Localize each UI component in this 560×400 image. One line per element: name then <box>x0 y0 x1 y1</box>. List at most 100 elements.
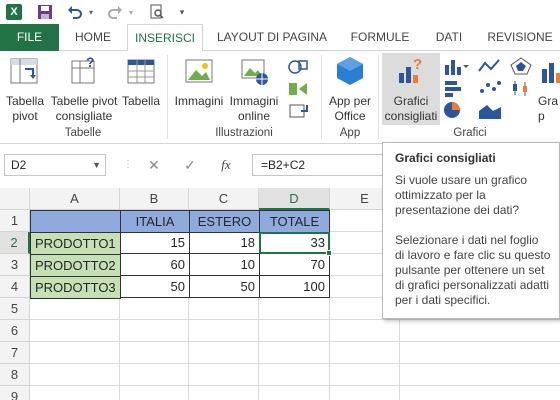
select-all-corner[interactable] <box>0 188 30 210</box>
immagini-button[interactable]: Immagini <box>172 55 226 109</box>
tab-revisione[interactable]: REVISIONE <box>480 24 560 51</box>
svg-text:?: ? <box>413 56 422 73</box>
stock-chart-button[interactable] <box>508 79 534 101</box>
save-icon[interactable] <box>36 3 54 21</box>
pivot-chart-button[interactable]: Gra p <box>538 55 560 124</box>
app-per-office-label: App per Office <box>328 94 372 123</box>
group-label-tabelle: Tabelle <box>64 127 102 139</box>
column-header-c[interactable]: C <box>189 188 259 210</box>
cancel-entry-button[interactable]: ✕ <box>144 154 164 176</box>
app-per-office-button[interactable]: App per Office <box>324 55 376 124</box>
row-header-6[interactable]: 6 <box>0 320 30 342</box>
column-header-d[interactable]: D <box>259 188 330 210</box>
table-icon <box>127 59 155 84</box>
recommended-pivot-icon: ? <box>71 54 95 84</box>
cell-c4[interactable]: 50 <box>189 276 260 298</box>
row-header-2[interactable]: 2 <box>0 232 30 254</box>
redo-icon[interactable] <box>106 3 124 21</box>
row-header-5[interactable]: 5 <box>0 298 30 320</box>
cell-b4[interactable]: 50 <box>120 276 190 298</box>
cell-d2[interactable]: 33 <box>259 232 330 254</box>
cell-b3[interactable]: 60 <box>120 254 190 276</box>
name-box[interactable]: D2 ▼ <box>4 154 106 176</box>
tooltip-paragraph-2: Selezionare i dati nel foglio di lavoro … <box>395 233 551 307</box>
row-header-8[interactable]: 8 <box>0 364 30 386</box>
radar-chart-button[interactable] <box>508 57 534 79</box>
tabelle-pivot-consigliate-button[interactable]: ? Tabelle pivot consigliate <box>48 54 120 124</box>
tabella-button[interactable]: Tabella <box>120 55 162 109</box>
name-box-dropdown-icon[interactable]: ▼ <box>92 155 101 175</box>
cell-d4[interactable]: 100 <box>259 276 330 298</box>
line-chart-button[interactable] <box>476 57 504 79</box>
column-chart-button[interactable] <box>442 57 470 79</box>
cell-b1[interactable]: ITALIA <box>120 210 190 233</box>
cell-a2[interactable]: PRODOTTO1 <box>30 232 121 255</box>
stock-chart-icon <box>513 81 527 96</box>
column-header-b[interactable]: B <box>120 188 189 210</box>
grafici-consigliati-button[interactable]: ? Grafici consigliati <box>382 55 440 124</box>
tab-inserisci[interactable]: INSERISCI <box>127 24 203 52</box>
group-label-app: App <box>339 127 361 139</box>
tab-home[interactable]: HOME <box>64 24 122 51</box>
customize-qat-icon[interactable]: ▾ <box>176 3 188 21</box>
smartart-icon <box>289 83 307 95</box>
immagini-online-label: Immagini online <box>229 94 279 123</box>
undo-icon[interactable] <box>66 3 84 21</box>
row-header-1[interactable]: 1 <box>0 210 30 232</box>
excel-logo-letter: X <box>6 4 22 20</box>
row-header-3[interactable]: 3 <box>0 254 30 276</box>
grafici-consigliati-tooltip: Grafici consigliati Si vuole usare un gr… <box>382 142 560 319</box>
area-chart-button[interactable] <box>476 101 504 123</box>
group-label-illustrazioni: Illustrazioni <box>215 127 273 139</box>
pivot-table-icon <box>10 58 38 84</box>
ribbon-separator <box>378 55 379 139</box>
cell-a1[interactable] <box>30 210 121 233</box>
column-chart-icon <box>445 60 469 75</box>
scatter-chart-button[interactable] <box>476 79 504 101</box>
tabella-pivot-button[interactable]: Tabella pivot <box>2 55 48 124</box>
print-preview-icon[interactable] <box>148 3 166 21</box>
screenshot-icon <box>289 104 308 118</box>
pictures-icon <box>185 59 213 83</box>
formula-bar-drag-handle-icon[interactable]: ⋮ <box>118 154 138 176</box>
tabelle-pivot-consigliate-label: Tabelle pivot consigliate <box>50 94 118 123</box>
cell-a4[interactable]: PRODOTTO3 <box>30 276 121 299</box>
pie-chart-button[interactable] <box>442 101 470 123</box>
tab-layout-di-pagina[interactable]: LAYOUT DI PAGINA <box>208 24 336 51</box>
fill-handle[interactable] <box>326 250 332 256</box>
immagini-online-button[interactable]: Immagini online <box>226 55 282 124</box>
recommended-charts-icon: ? <box>399 56 422 83</box>
ribbon-tabs: FILE HOME INSERISCI LAYOUT DI PAGINA FOR… <box>0 24 560 52</box>
cell-a3[interactable]: PRODOTTO2 <box>30 254 121 277</box>
tooltip-paragraph-1: Si vuole usare un grafico ottimizzato pe… <box>395 173 528 217</box>
row-header-9[interactable]: 9 <box>0 386 30 400</box>
svg-text:?: ? <box>86 55 95 70</box>
area-chart-icon <box>479 105 501 119</box>
cell-d3[interactable]: 70 <box>259 254 330 276</box>
tab-dati[interactable]: DATI <box>424 24 474 51</box>
cell-d1[interactable]: TOTALE <box>259 210 330 233</box>
cell-c2[interactable]: 18 <box>189 232 260 254</box>
tab-file[interactable]: FILE <box>0 24 59 51</box>
cell-b2[interactable]: 15 <box>120 232 190 254</box>
column-header-a[interactable]: A <box>30 188 120 210</box>
cell-c3[interactable]: 10 <box>189 254 260 276</box>
enter-entry-button[interactable]: ✓ <box>180 154 200 176</box>
smartart-button[interactable] <box>286 79 312 103</box>
redo-dropdown-icon[interactable]: ▾ <box>126 3 136 21</box>
shapes-button[interactable] <box>286 57 312 81</box>
tab-formule[interactable]: FORMULE <box>342 24 418 51</box>
screenshot-button[interactable] <box>286 101 312 125</box>
undo-dropdown-icon[interactable]: ▾ <box>86 3 96 21</box>
cell-c1[interactable]: ESTERO <box>189 210 260 233</box>
insert-function-button[interactable]: fx <box>216 154 236 176</box>
online-pictures-icon <box>241 59 268 85</box>
row-header-7[interactable]: 7 <box>0 342 30 364</box>
shapes-icon <box>288 60 308 74</box>
bar-chart-button[interactable] <box>442 79 470 101</box>
pivot-chart-icon <box>542 63 560 83</box>
excel-logo-icon: X <box>6 3 22 21</box>
row-header-4[interactable]: 4 <box>0 276 30 298</box>
tabella-label: Tabella <box>121 94 161 108</box>
radar-chart-icon <box>510 57 532 75</box>
